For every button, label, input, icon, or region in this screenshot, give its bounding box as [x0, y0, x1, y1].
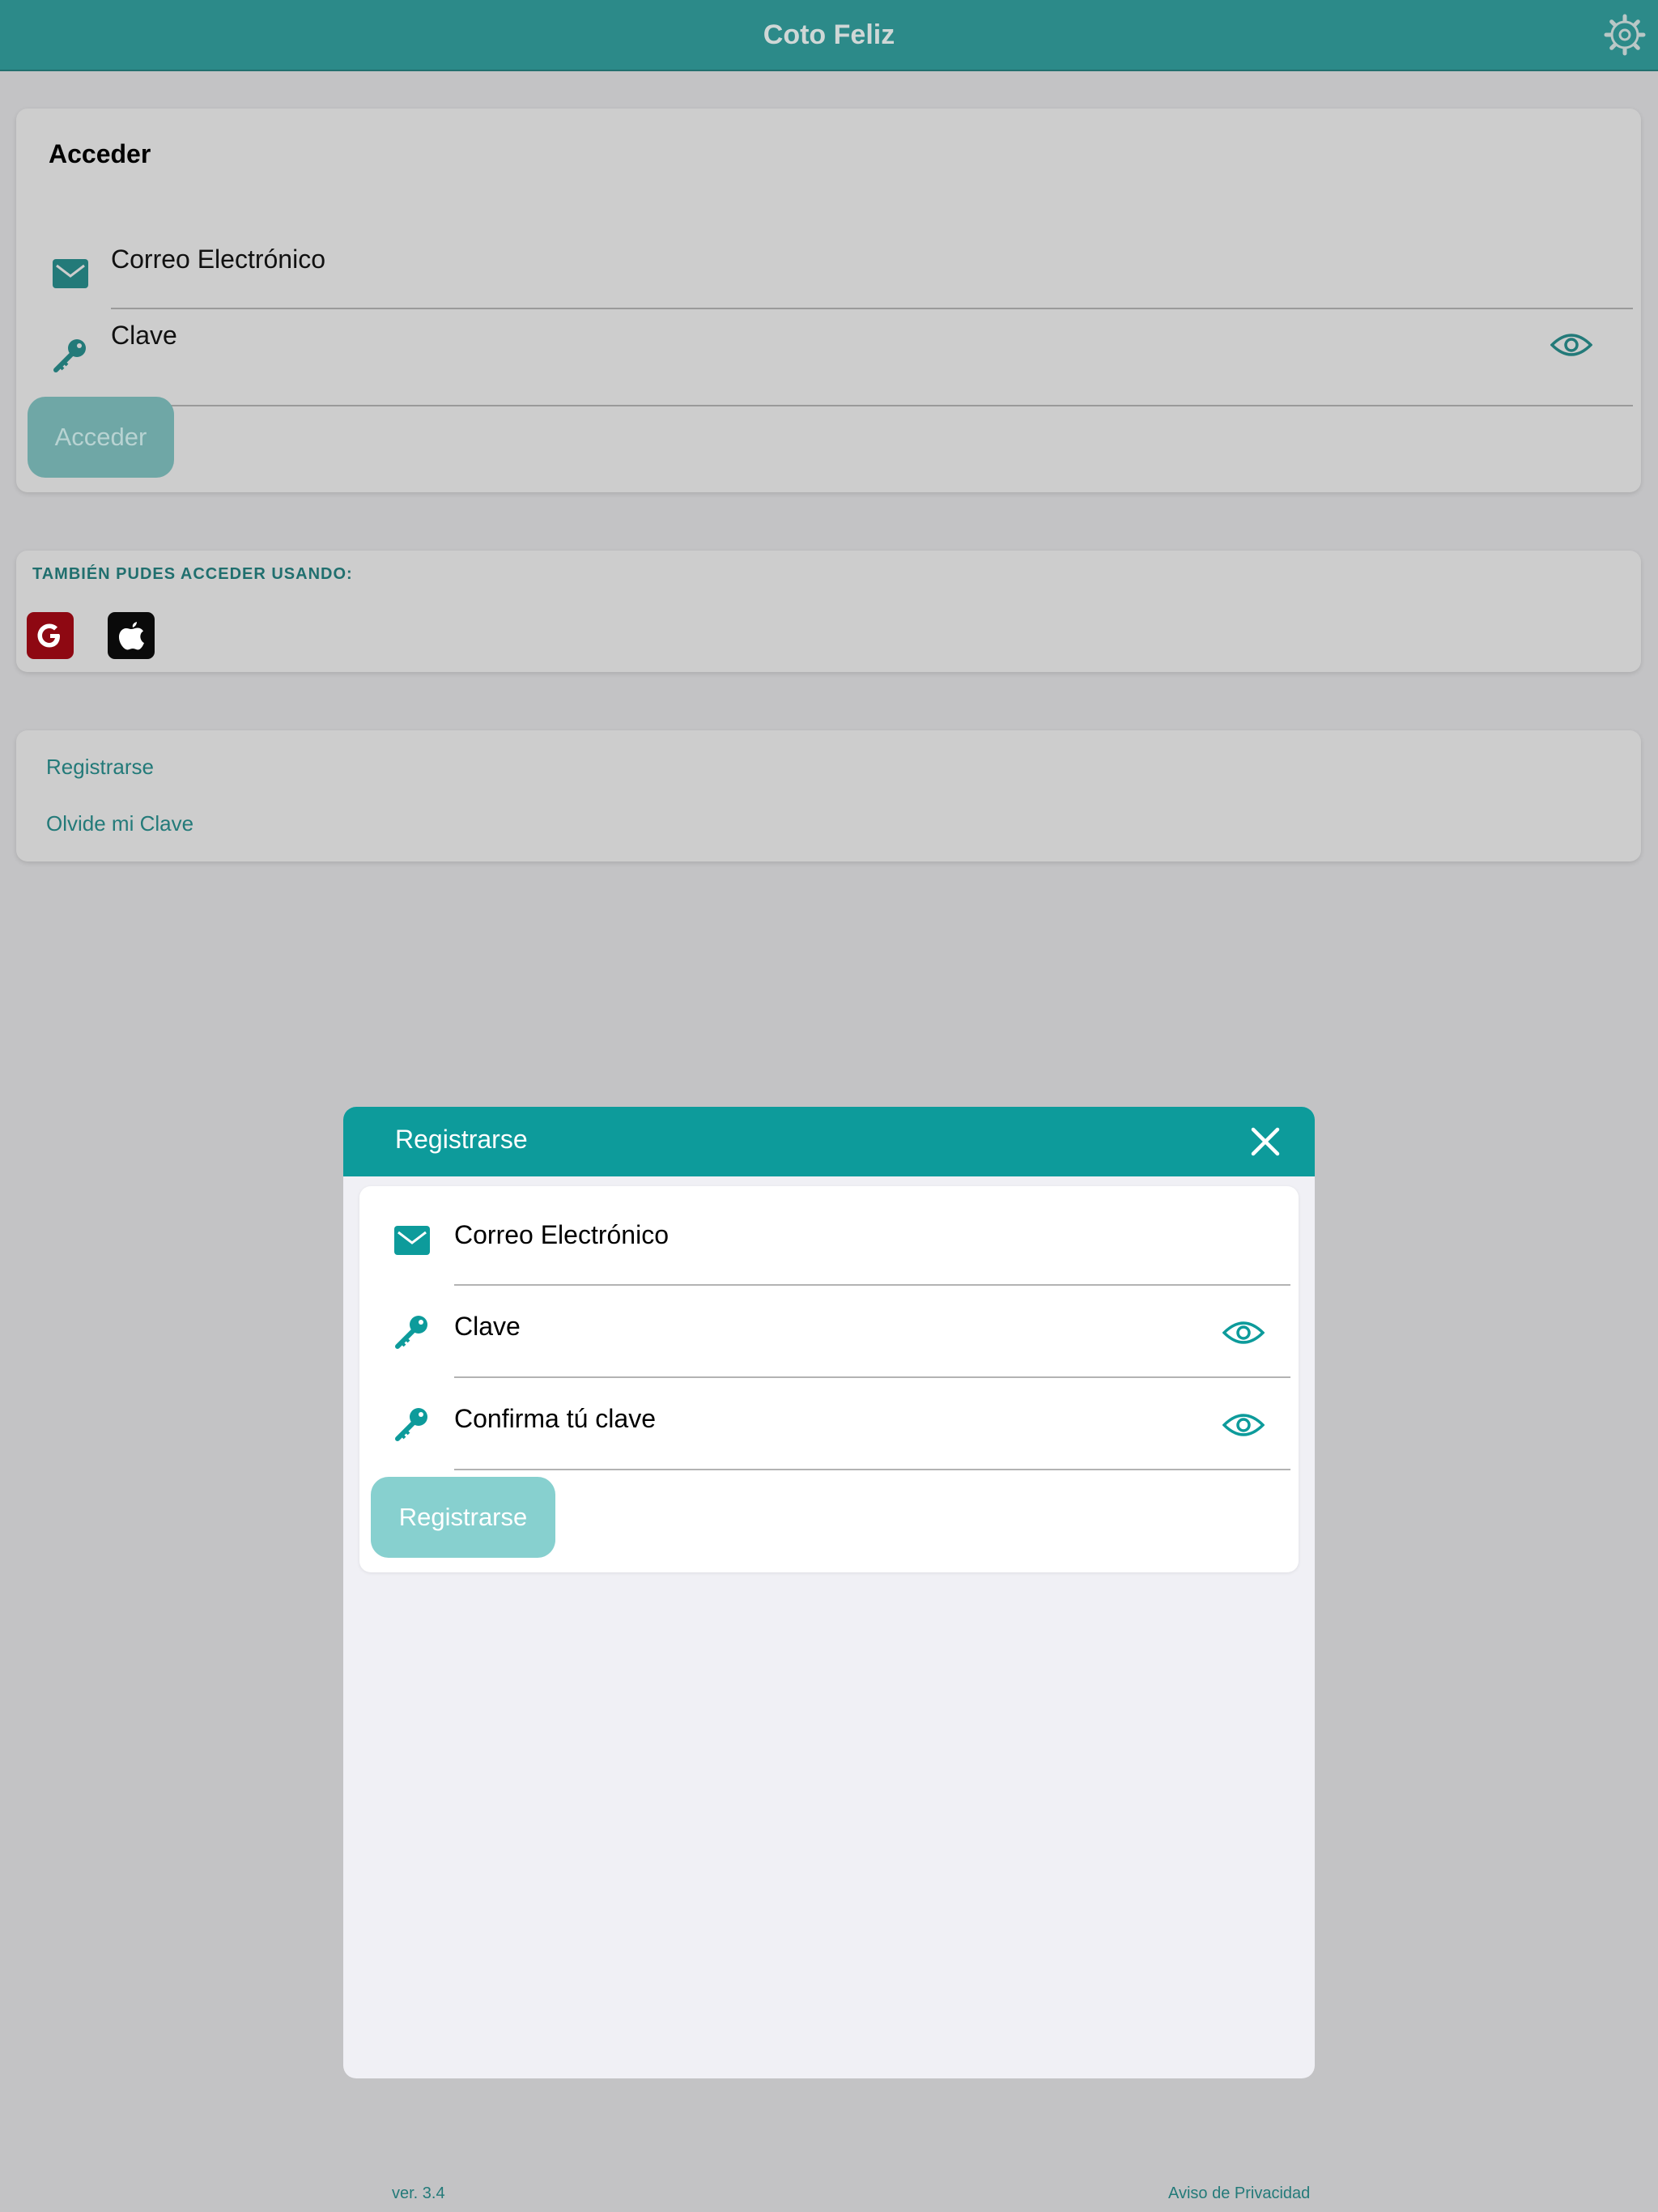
apple-login-button[interactable]	[108, 612, 155, 659]
app-header: Coto Feliz	[0, 0, 1658, 71]
eye-icon[interactable]	[1550, 330, 1592, 359]
mail-icon	[394, 1226, 430, 1255]
modal-header: Registrarse	[343, 1107, 1315, 1176]
social-login-card: TAMBIÉN PUDES ACCEDER USANDO:	[16, 551, 1641, 672]
google-login-button[interactable]	[27, 612, 74, 659]
forgot-password-link[interactable]: Olvide mi Clave	[46, 811, 193, 836]
register-confirm-label: Confirma tú clave	[454, 1404, 656, 1433]
key-icon	[395, 1408, 427, 1441]
register-password-label: Clave	[454, 1312, 521, 1341]
login-card: Acceder Correo Electrónico Clave Acceder	[16, 108, 1641, 492]
divider	[111, 405, 1633, 406]
divider	[454, 1469, 1290, 1470]
login-title: Acceder	[49, 139, 151, 168]
register-form: Correo Electrónico Clave Confirma tú cla…	[359, 1186, 1299, 1572]
register-email-field[interactable]: Correo Electrónico	[359, 1186, 1299, 1286]
social-heading: TAMBIÉN PUDES ACCEDER USANDO:	[32, 565, 353, 583]
google-icon	[37, 623, 60, 648]
key-icon	[53, 339, 86, 372]
register-button[interactable]: Registrarse	[371, 1477, 555, 1558]
version-text: ver. 3.4	[392, 2184, 445, 2202]
close-icon[interactable]	[1248, 1125, 1282, 1159]
eye-icon[interactable]	[1222, 1318, 1265, 1347]
key-icon	[395, 1316, 427, 1349]
register-link[interactable]: Registrarse	[46, 755, 154, 780]
register-confirm-field[interactable]: Confirma tú clave	[359, 1378, 1299, 1470]
app-title: Coto Feliz	[763, 19, 895, 50]
privacy-link[interactable]: Aviso de Privacidad	[1168, 2184, 1310, 2203]
eye-icon[interactable]	[1222, 1410, 1265, 1440]
login-email-field[interactable]: Correo Electrónico	[16, 217, 1641, 309]
login-password-field[interactable]: Clave	[16, 309, 1641, 406]
mail-icon	[53, 259, 88, 288]
register-modal: Registrarse Correo Electrónico Clave Con…	[343, 1107, 1315, 2078]
modal-title: Registrarse	[395, 1125, 528, 1154]
register-email-label: Correo Electrónico	[454, 1220, 669, 1249]
gear-icon[interactable]	[1603, 13, 1647, 57]
apple-icon	[119, 622, 144, 650]
login-password-label: Clave	[111, 321, 177, 350]
links-card: Registrarse Olvide mi Clave	[16, 730, 1641, 861]
login-email-label: Correo Electrónico	[111, 245, 325, 274]
login-button[interactable]: Acceder	[28, 397, 174, 478]
register-password-field[interactable]: Clave	[359, 1286, 1299, 1378]
